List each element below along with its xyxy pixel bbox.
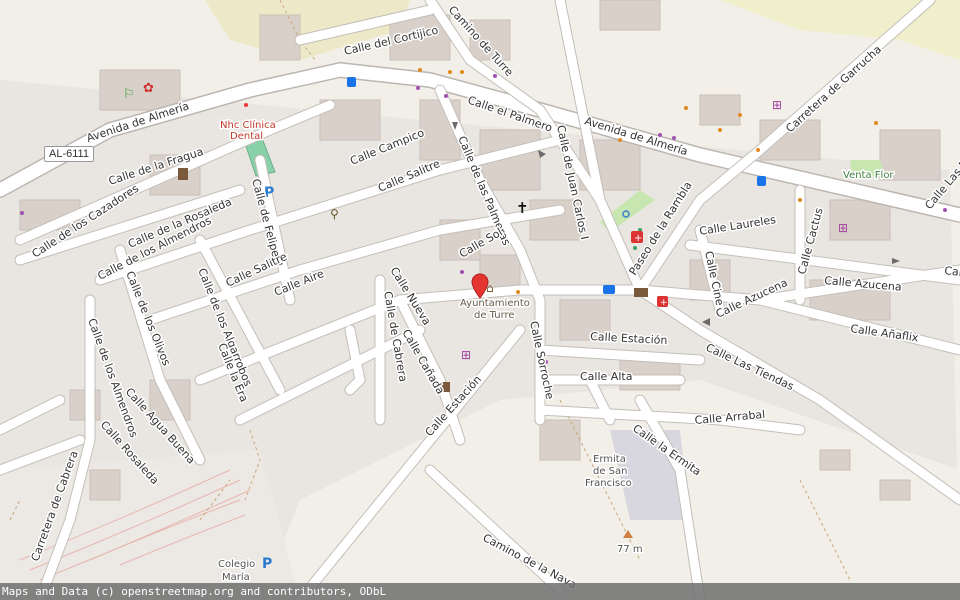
pharmacy-icon[interactable]: +: [631, 231, 643, 244]
shop-icon[interactable]: [178, 168, 188, 180]
map-attribution[interactable]: Maps and Data (c) openstreetmap.org and …: [0, 583, 960, 600]
paw-icon[interactable]: ✿: [143, 81, 154, 96]
map-canvas[interactable]: ⚐ ✿ P P ⚲ ✝ ⌂ + + ⊞ ⊞ ⊞ Avenida de Almer…: [0, 0, 960, 600]
svg-text:✝: ✝: [516, 199, 529, 217]
svg-text:⚲: ⚲: [330, 207, 339, 221]
ermita-label-line3: Francisco: [585, 478, 632, 489]
cross-icon[interactable]: ✝: [516, 199, 529, 217]
peak-elevation-label: 77 m: [617, 544, 643, 555]
bus-icon[interactable]: [757, 176, 766, 186]
svg-text:⊞: ⊞: [772, 98, 782, 112]
clinic-label-line2: Dental: [230, 131, 263, 142]
venta-flor-label: Venta Flor: [843, 170, 894, 181]
cart-icon[interactable]: ⊞: [772, 98, 782, 112]
parking-icon[interactable]: P: [262, 556, 272, 572]
road-ref-shield: AL-6111: [44, 146, 94, 162]
svg-text:+: +: [634, 233, 642, 244]
street-label: Calle Alta: [580, 370, 632, 383]
cart-icon[interactable]: ⊞: [838, 221, 848, 235]
svg-text:⊞: ⊞: [838, 221, 848, 235]
shop-icon[interactable]: ⚲: [330, 207, 339, 221]
cart-icon[interactable]: ⊞: [461, 348, 471, 362]
town-hall-label-line2: de Turre: [474, 310, 515, 321]
map-layer[interactable]: ⚐ ✿ P P ⚲ ✝ ⌂ + + ⊞ ⊞ ⊞ Avenida de Almer…: [0, 0, 960, 600]
town-hall-label-line1: Ayuntamiento: [460, 298, 530, 309]
school-label-line1: Colegio: [218, 559, 255, 570]
clinic-label-line1: Nhc Clínica: [220, 119, 276, 131]
ermita-label-line2: de San: [593, 466, 628, 477]
taxi-icon[interactable]: [603, 285, 615, 294]
svg-text:P: P: [262, 556, 272, 572]
atm-icon[interactable]: [634, 288, 648, 297]
svg-text:✿: ✿: [143, 81, 154, 96]
school-label-line2: María: [222, 571, 250, 583]
ermita-label-line1: Ermita: [593, 454, 626, 465]
runner-icon[interactable]: ⚐: [123, 87, 135, 102]
bus-icon[interactable]: [347, 77, 356, 87]
svg-text:⚐: ⚐: [123, 87, 135, 102]
svg-text:+: +: [660, 298, 668, 308]
pharmacy-icon[interactable]: +: [657, 296, 668, 308]
svg-text:⊞: ⊞: [461, 348, 471, 362]
